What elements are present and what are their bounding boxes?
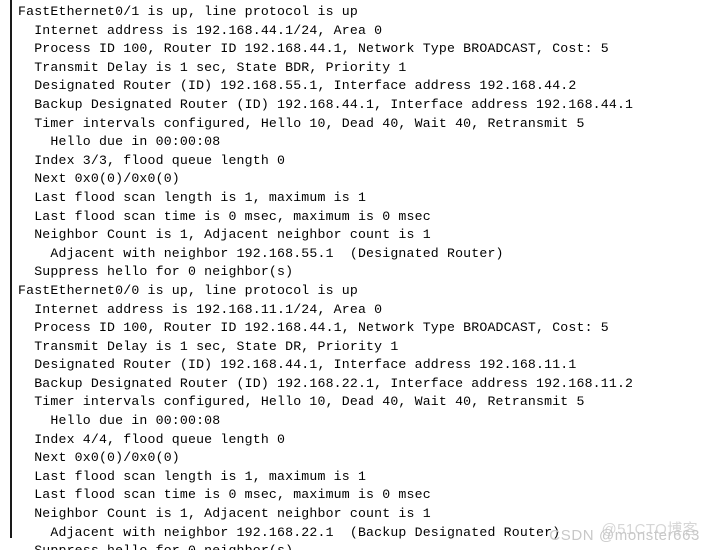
console-line: Next 0x0(0)/0x0(0) bbox=[18, 450, 180, 466]
console-line: Timer intervals configured, Hello 10, De… bbox=[18, 394, 585, 410]
console-line: Next 0x0(0)/0x0(0) bbox=[18, 171, 180, 187]
console-line: Internet address is 192.168.11.1/24, Are… bbox=[18, 301, 383, 317]
console-line: FastEthernet0/0 is up, line protocol is … bbox=[18, 282, 358, 298]
console-line: Index 3/3, flood queue length 0 bbox=[18, 152, 286, 168]
console-line: Last flood scan length is 1, maximum is … bbox=[18, 468, 367, 484]
console-line: Last flood scan time is 0 msec, maximum … bbox=[18, 208, 431, 224]
console-line: Last flood scan length is 1, maximum is … bbox=[18, 189, 367, 205]
console-line: Adjacent with neighbor 192.168.55.1 (Des… bbox=[18, 245, 504, 261]
console-line: Last flood scan time is 0 msec, maximum … bbox=[18, 487, 431, 503]
console-output: FastEthernet0/1 is up, line protocol is … bbox=[18, 3, 708, 550]
console-line: Suppress hello for 0 neighbor(s) bbox=[18, 542, 708, 550]
console-line: Designated Router (ID) 192.168.44.1, Int… bbox=[18, 357, 577, 373]
console-line: Internet address is 192.168.44.1/24, Are… bbox=[18, 22, 383, 38]
console-line: Index 4/4, flood queue length 0 bbox=[18, 431, 286, 447]
console-line: Backup Designated Router (ID) 192.168.44… bbox=[18, 96, 634, 112]
console-line: Neighbor Count is 1, Adjacent neighbor c… bbox=[18, 506, 431, 522]
console-line: FastEthernet0/1 is up, line protocol is … bbox=[18, 4, 358, 19]
console-line: Suppress hello for 0 neighbor(s) bbox=[18, 264, 294, 280]
console-line: Transmit Delay is 1 sec, State DR, Prior… bbox=[18, 338, 399, 354]
console-line: Backup Designated Router (ID) 192.168.22… bbox=[18, 375, 634, 391]
terminal-screenshot: FastEthernet0/1 is up, line protocol is … bbox=[0, 0, 708, 550]
console-line: Process ID 100, Router ID 192.168.44.1, … bbox=[18, 320, 609, 336]
console-line: Hello due in 00:00:08 bbox=[18, 134, 221, 150]
console-line: Designated Router (ID) 192.168.55.1, Int… bbox=[18, 78, 577, 94]
console-line: Neighbor Count is 1, Adjacent neighbor c… bbox=[18, 227, 431, 243]
console-line: Hello due in 00:00:08 bbox=[18, 413, 221, 429]
console-line: Timer intervals configured, Hello 10, De… bbox=[18, 115, 585, 131]
console-line: Transmit Delay is 1 sec, State BDR, Prio… bbox=[18, 59, 407, 75]
terminal-left-border bbox=[10, 0, 12, 538]
console-line: Adjacent with neighbor 192.168.22.1 (Bac… bbox=[18, 524, 561, 540]
console-line: Process ID 100, Router ID 192.168.44.1, … bbox=[18, 41, 609, 57]
